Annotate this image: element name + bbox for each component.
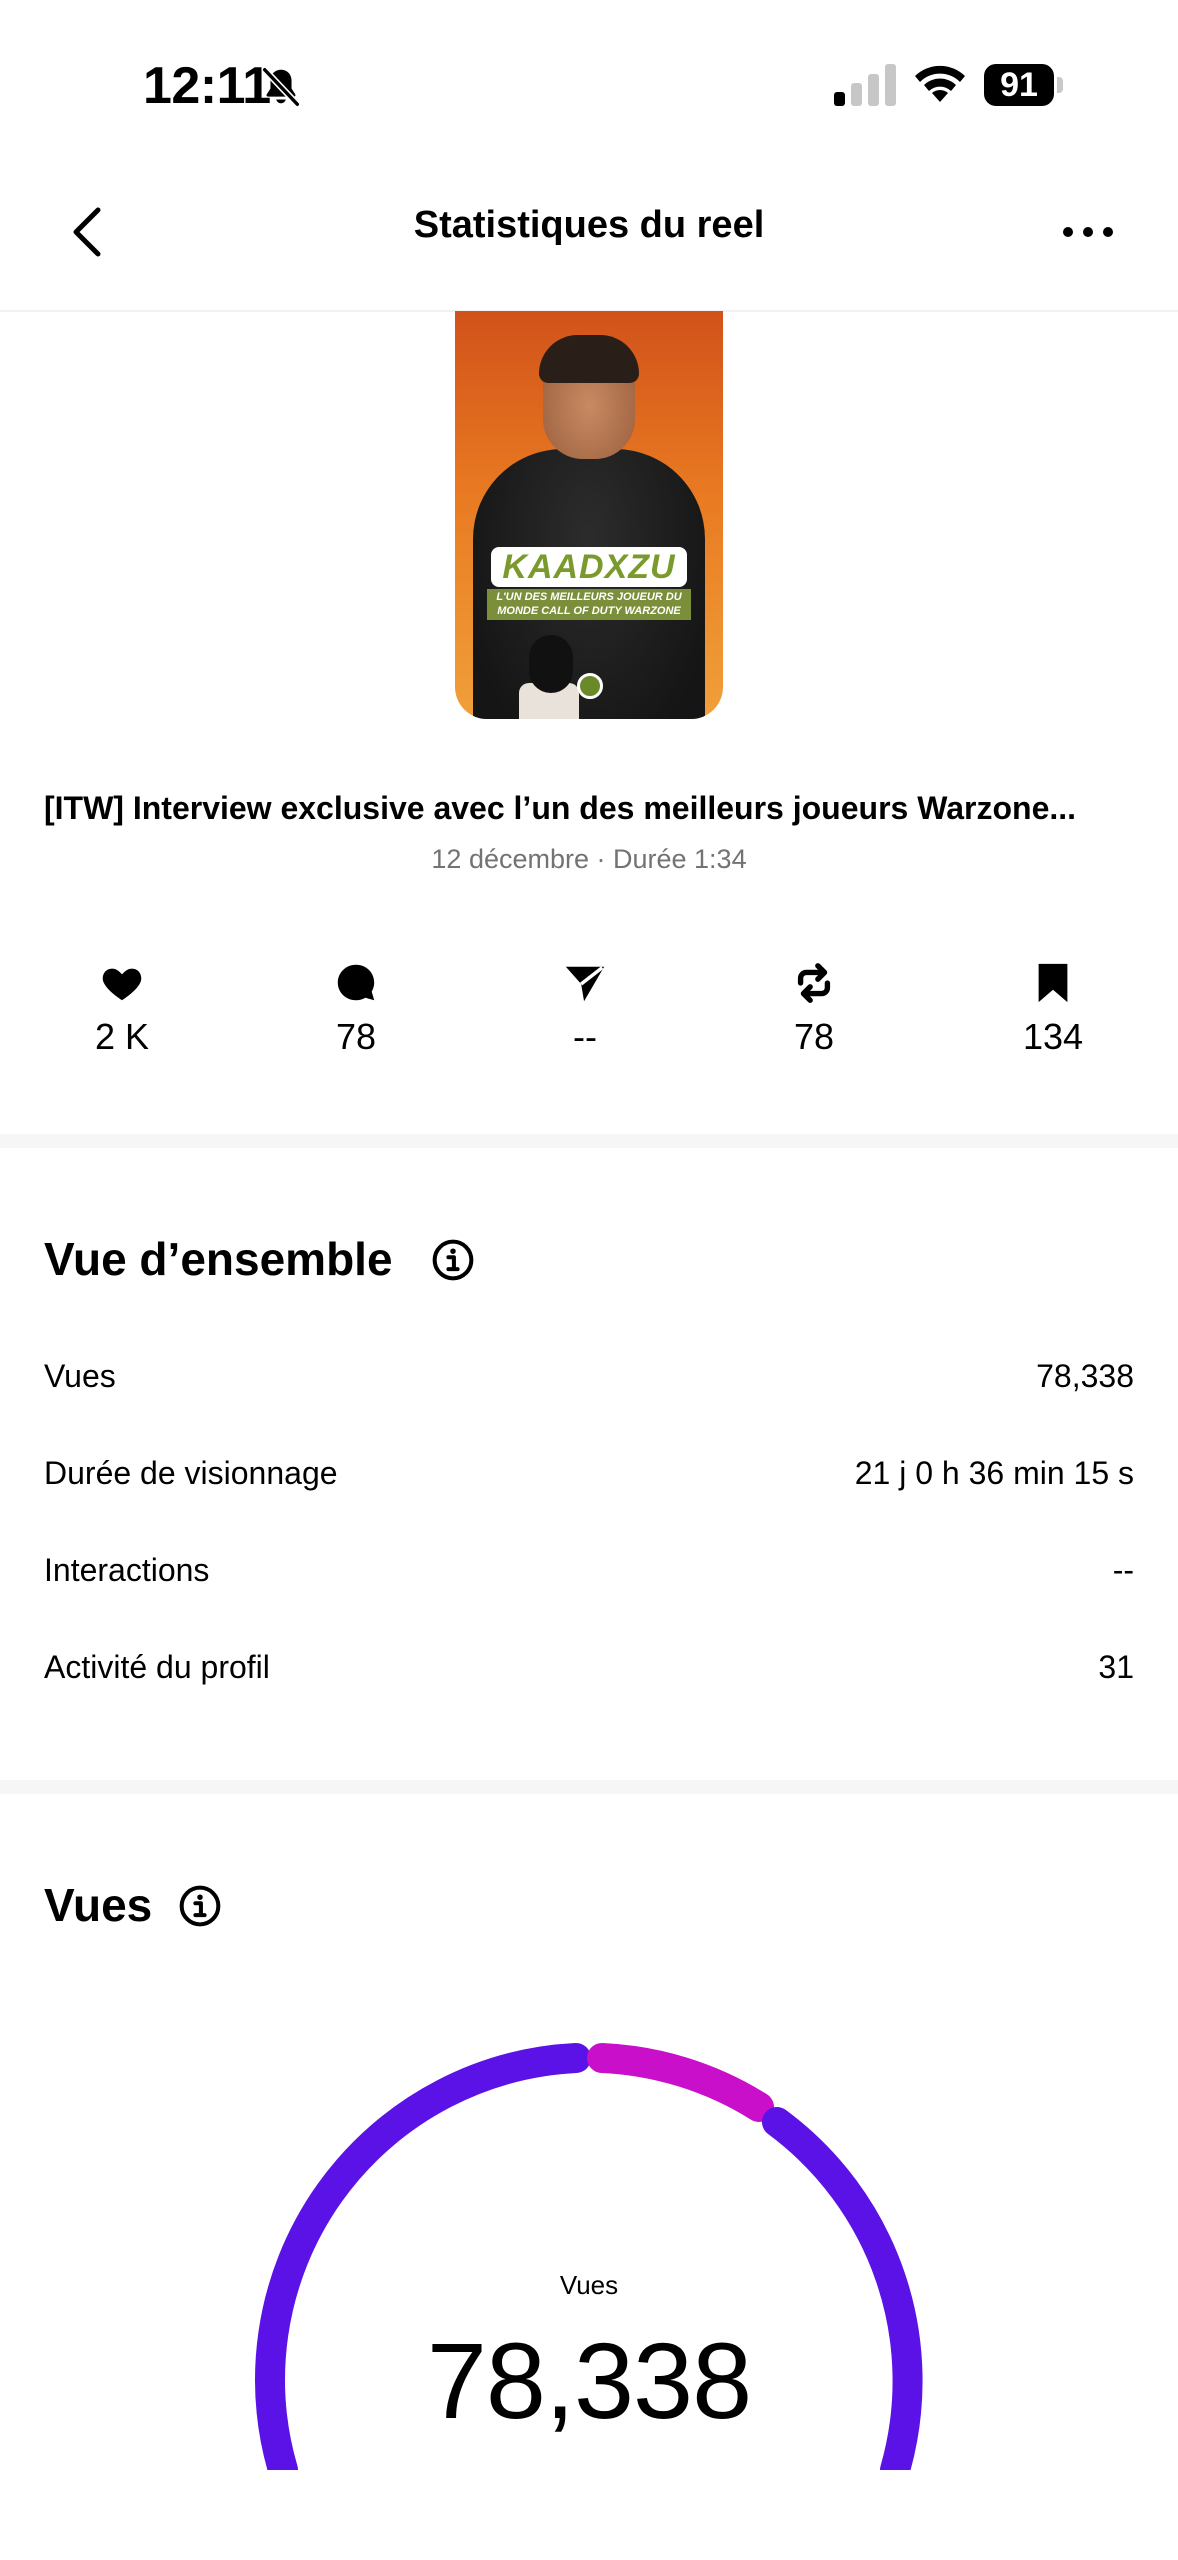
overview-row-interactions: Interactions -- bbox=[44, 1552, 1134, 1612]
row-label: Activité du profil bbox=[44, 1649, 270, 1685]
stat-value: 2 K bbox=[94, 1016, 150, 1057]
stat-value: 78 bbox=[335, 1016, 377, 1057]
section-divider bbox=[0, 1134, 1178, 1148]
heart-icon bbox=[102, 968, 142, 1001]
comment-icon bbox=[337, 964, 375, 1001]
signal-icon bbox=[834, 64, 896, 106]
row-value: 78,338 bbox=[1036, 1358, 1134, 1394]
screen: 12:11 91 Statistiques du reel KAADXZU L'… bbox=[0, 0, 1178, 2560]
reel-title: [ITW] Interview exclusive avec l’un des … bbox=[44, 790, 1077, 826]
stat-likes: 2 K bbox=[42, 960, 202, 1058]
row-value: 31 bbox=[1098, 1649, 1134, 1685]
logo-icon bbox=[577, 673, 603, 699]
views-title: Vues bbox=[44, 1879, 153, 1931]
row-value: -- bbox=[1112, 1552, 1134, 1588]
row-value: 21 j 0 h 36 min 15 s bbox=[854, 1455, 1134, 1491]
stat-comments: 78 bbox=[276, 960, 436, 1058]
gauge-label: Vues bbox=[559, 2270, 619, 2300]
row-label: Durée de visionnage bbox=[44, 1455, 338, 1491]
page-title: Statistiques du reel bbox=[413, 204, 765, 246]
reel-thumbnail[interactable]: KAADXZU L'UN DES MEILLEURS JOUEUR DU MON… bbox=[455, 311, 723, 719]
share-icon bbox=[565, 966, 605, 1002]
row-label: Interactions bbox=[44, 1552, 210, 1588]
status-bar: 12:11 91 bbox=[0, 0, 1178, 160]
repost-icon bbox=[797, 963, 831, 1003]
battery-icon: 91 bbox=[984, 64, 1066, 106]
overview-row-profile-activity: Activité du profil 31 bbox=[44, 1649, 1134, 1709]
bookmark-icon bbox=[1038, 963, 1068, 1003]
gauge-arc-middle bbox=[587, 2043, 774, 2122]
row-label: Vues bbox=[44, 1358, 116, 1394]
stat-saves: 134 bbox=[973, 960, 1133, 1058]
status-time: 12:11 bbox=[143, 57, 271, 115]
info-icon[interactable] bbox=[431, 1238, 475, 1282]
thumbnail-name: KAADXZU bbox=[491, 547, 687, 587]
overview-title: Vue d’ensemble bbox=[44, 1233, 393, 1285]
stat-value: 134 bbox=[1022, 1016, 1084, 1057]
nav-bar: Statistiques du reel bbox=[0, 160, 1178, 312]
microphone-icon bbox=[529, 635, 573, 693]
stat-value: 78 bbox=[793, 1016, 835, 1057]
stat-reposts: 78 bbox=[734, 960, 894, 1058]
overview-row-views: Vues 78,338 bbox=[44, 1358, 1134, 1418]
overview-row-watch-time: Durée de visionnage 21 j 0 h 36 min 15 s bbox=[44, 1455, 1134, 1515]
gauge-value: 78,338 bbox=[426, 2320, 752, 2441]
wifi-icon bbox=[915, 65, 965, 102]
engagement-stats: 2 K 78 -- 78 134 bbox=[0, 960, 1178, 1070]
thumbnail-subtitle: L'UN DES MEILLEURS JOUEUR DU MONDE CALL … bbox=[487, 589, 691, 620]
battery-cap bbox=[1057, 77, 1063, 93]
more-horizontal-icon[interactable] bbox=[1060, 218, 1116, 246]
thumbnail-hair bbox=[539, 335, 639, 383]
section-divider bbox=[0, 1780, 1178, 1794]
bell-off-icon bbox=[261, 66, 301, 108]
battery-level: 91 bbox=[984, 64, 1054, 106]
stat-value: -- bbox=[573, 1016, 597, 1057]
reel-meta: 12 décembre · Durée 1:34 bbox=[431, 844, 747, 874]
stat-shares: -- bbox=[505, 960, 665, 1058]
info-icon[interactable] bbox=[178, 1884, 222, 1928]
